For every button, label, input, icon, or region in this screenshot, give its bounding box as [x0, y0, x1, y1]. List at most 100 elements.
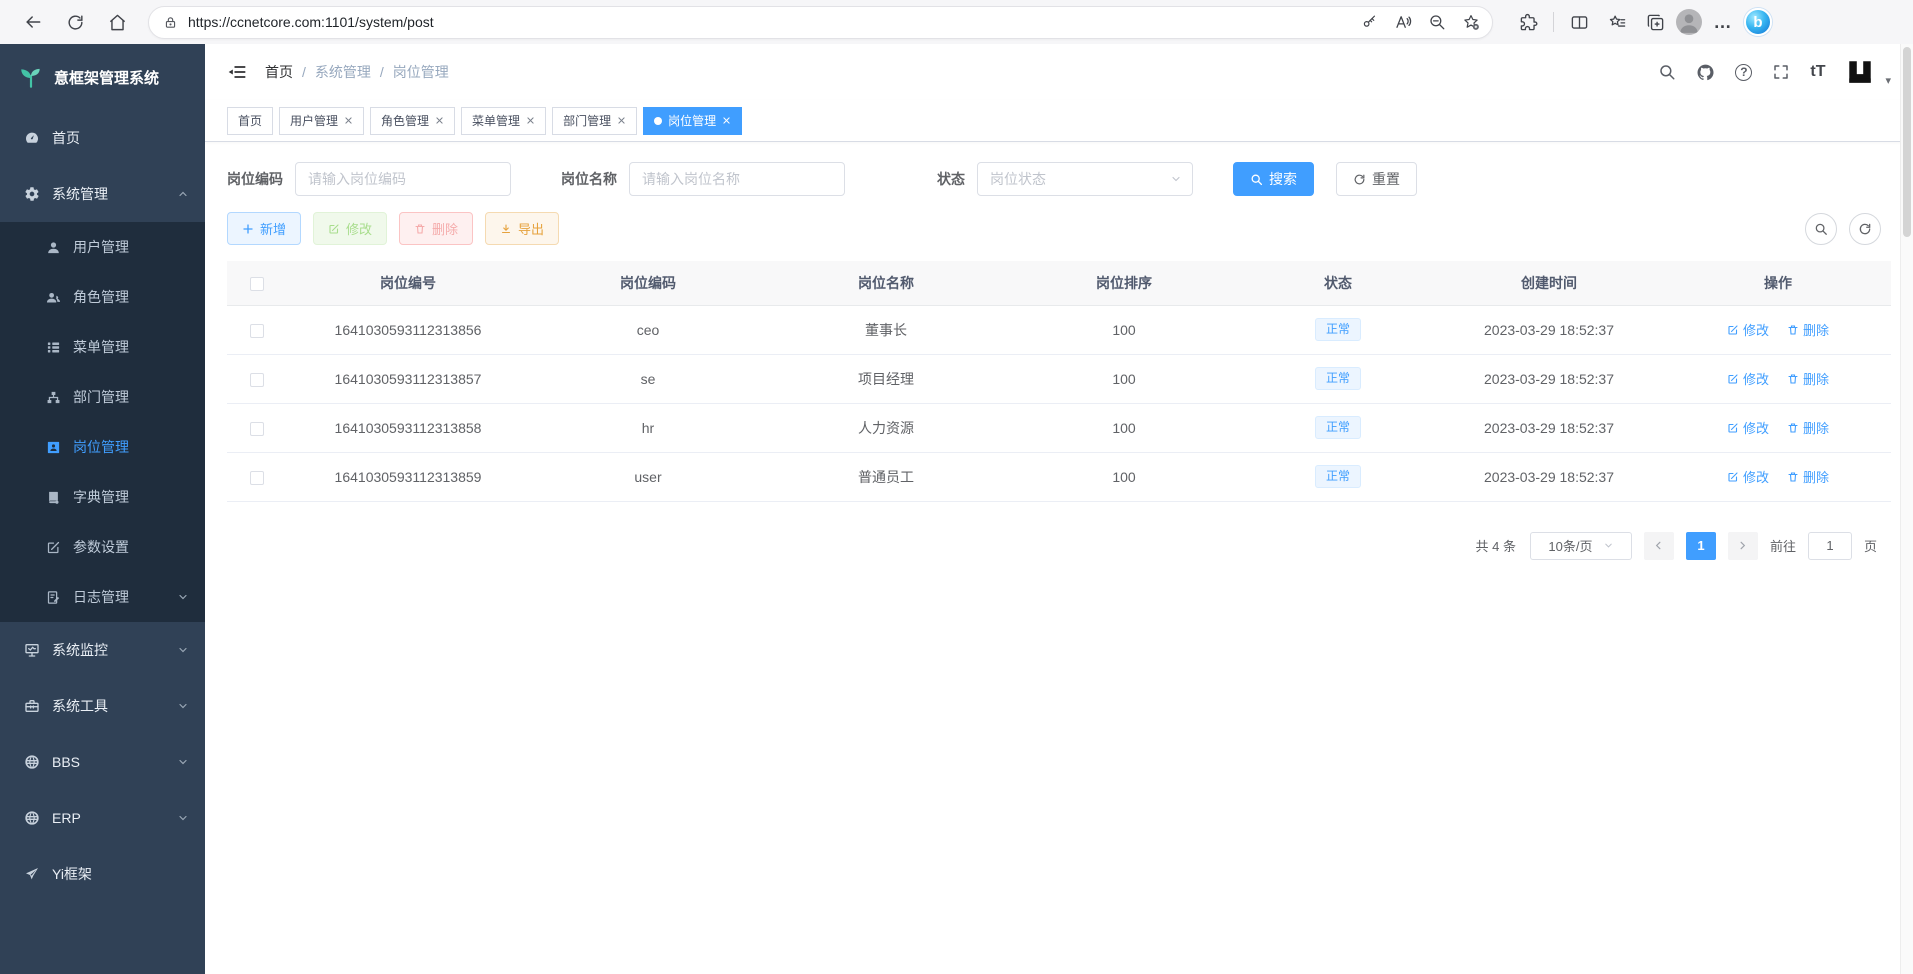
sidebar-item-yi-framework[interactable]: Yi框架	[0, 846, 205, 902]
row-edit-button[interactable]: 修改	[1727, 467, 1769, 486]
user-dropdown-caret-icon[interactable]: ▾	[1885, 74, 1891, 87]
browser-profile-avatar[interactable]	[1676, 9, 1702, 35]
col-post-name: 岗位名称	[767, 261, 1005, 305]
tab-role-mgmt[interactable]: 角色管理	[370, 107, 455, 135]
sidebar-item-user-mgmt[interactable]: 用户管理	[0, 222, 205, 272]
split-screen-icon[interactable]	[1562, 5, 1596, 39]
read-aloud-icon[interactable]	[1388, 7, 1418, 37]
col-status: 状态	[1243, 261, 1433, 305]
bing-copilot-icon[interactable]: b	[1744, 8, 1772, 36]
chevron-down-icon	[177, 756, 189, 768]
password-key-icon[interactable]	[1354, 7, 1384, 37]
globe-icon	[24, 810, 40, 826]
sidebar-item-bbs[interactable]: BBS	[0, 734, 205, 790]
row-checkbox[interactable]	[250, 324, 264, 338]
browser-home-icon[interactable]	[100, 5, 134, 39]
row-delete-button[interactable]: 删除	[1787, 467, 1829, 486]
status-select[interactable]: 岗位状态	[977, 162, 1193, 196]
row-delete-button[interactable]: 删除	[1787, 369, 1829, 388]
edit-square-icon	[46, 540, 61, 555]
row-delete-button[interactable]: 删除	[1787, 320, 1829, 339]
page-size-select[interactable]: 10条/页	[1530, 532, 1632, 560]
header-search-icon[interactable]	[1658, 63, 1676, 81]
breadcrumb-separator: /	[302, 64, 306, 80]
delete-button[interactable]: 删除	[399, 212, 473, 245]
row-edit-button[interactable]: 修改	[1727, 418, 1769, 437]
close-icon[interactable]	[722, 116, 731, 125]
close-icon[interactable]	[435, 116, 444, 125]
sidebar-item-system-tools[interactable]: 系统工具	[0, 678, 205, 734]
col-post-id: 岗位编号	[287, 261, 529, 305]
tab-user-mgmt[interactable]: 用户管理	[279, 107, 364, 135]
goto-label: 前往	[1770, 536, 1796, 555]
sidebar-item-home[interactable]: 首页	[0, 110, 205, 166]
globe-icon	[24, 754, 40, 770]
close-icon[interactable]	[344, 116, 353, 125]
row-checkbox[interactable]	[250, 471, 264, 485]
app-title: 意框架管理系统	[54, 67, 159, 88]
goto-page-input[interactable]	[1808, 532, 1852, 560]
user-icon	[46, 240, 61, 255]
help-icon[interactable]: ?	[1735, 64, 1752, 81]
scrollbar-thumb[interactable]	[1903, 47, 1911, 237]
next-page-button[interactable]	[1728, 532, 1758, 560]
close-icon[interactable]	[526, 116, 535, 125]
show-search-toggle-button[interactable]	[1805, 213, 1837, 245]
reset-button[interactable]: 重置	[1336, 162, 1417, 196]
post-name-input[interactable]	[629, 162, 845, 196]
col-post-sort: 岗位排序	[1005, 261, 1243, 305]
collections-icon[interactable]	[1638, 5, 1672, 39]
zoom-out-icon[interactable]	[1422, 7, 1452, 37]
row-delete-button[interactable]: 删除	[1787, 418, 1829, 437]
breadcrumb-system-mgmt[interactable]: 系统管理	[315, 62, 371, 82]
font-size-icon[interactable]: tT	[1810, 63, 1825, 81]
sidebar-item-log-mgmt[interactable]: 日志管理	[0, 572, 205, 622]
tab-post-mgmt[interactable]: 岗位管理	[643, 107, 742, 135]
row-checkbox[interactable]	[250, 373, 264, 387]
browser-back-icon[interactable]	[16, 5, 50, 39]
favorites-bar-icon[interactable]	[1600, 5, 1634, 39]
favorite-add-star-icon[interactable]	[1456, 7, 1486, 37]
close-icon[interactable]	[617, 116, 626, 125]
sidebar-item-system-monitor[interactable]: 系统监控	[0, 622, 205, 678]
row-checkbox[interactable]	[250, 422, 264, 436]
sidebar-item-system-mgmt[interactable]: 系统管理	[0, 166, 205, 222]
tab-dept-mgmt[interactable]: 部门管理	[552, 107, 637, 135]
table-header-row: 岗位编号 岗位编码 岗位名称 岗位排序 状态 创建时间 操作	[227, 261, 1891, 305]
yi-logo[interactable]	[1845, 57, 1875, 87]
search-button[interactable]: 搜索	[1233, 162, 1314, 196]
scrollbar[interactable]	[1900, 44, 1913, 974]
export-button[interactable]: 导出	[485, 212, 559, 245]
sidebar-item-param-settings[interactable]: 参数设置	[0, 522, 205, 572]
browser-refresh-icon[interactable]	[58, 5, 92, 39]
status-badge: 正常	[1315, 465, 1361, 487]
url-text[interactable]: https://ccnetcore.com:1101/system/post	[188, 14, 1344, 30]
tab-home[interactable]: 首页	[227, 107, 273, 135]
page-suffix-label: 页	[1864, 536, 1877, 555]
page-number-1[interactable]: 1	[1686, 532, 1716, 560]
extensions-icon[interactable]	[1511, 5, 1545, 39]
select-all-checkbox[interactable]	[250, 277, 264, 291]
row-edit-button[interactable]: 修改	[1727, 320, 1769, 339]
post-code-input[interactable]	[295, 162, 511, 196]
status-badge: 正常	[1315, 367, 1361, 389]
fullscreen-icon[interactable]	[1772, 63, 1790, 81]
app-logo[interactable]: 意框架管理系统	[0, 44, 205, 110]
refresh-table-button[interactable]	[1849, 213, 1881, 245]
github-icon[interactable]	[1696, 63, 1715, 82]
add-button[interactable]: 新增	[227, 212, 301, 245]
sidebar-item-menu-mgmt[interactable]: 菜单管理	[0, 322, 205, 372]
sidebar-item-role-mgmt[interactable]: 角色管理	[0, 272, 205, 322]
address-bar[interactable]: https://ccnetcore.com:1101/system/post	[148, 6, 1493, 39]
breadcrumb-home[interactable]: 首页	[265, 62, 293, 82]
sidebar-item-erp[interactable]: ERP	[0, 790, 205, 846]
sidebar-item-post-mgmt[interactable]: 岗位管理	[0, 422, 205, 472]
prev-page-button[interactable]	[1644, 532, 1674, 560]
sidebar-fold-icon[interactable]	[227, 62, 247, 82]
row-edit-button[interactable]: 修改	[1727, 369, 1769, 388]
sidebar-item-dict-mgmt[interactable]: 字典管理	[0, 472, 205, 522]
edit-button[interactable]: 修改	[313, 212, 387, 245]
tab-menu-mgmt[interactable]: 菜单管理	[461, 107, 546, 135]
sidebar-item-dept-mgmt[interactable]: 部门管理	[0, 372, 205, 422]
browser-menu-icon[interactable]: …	[1706, 5, 1740, 39]
